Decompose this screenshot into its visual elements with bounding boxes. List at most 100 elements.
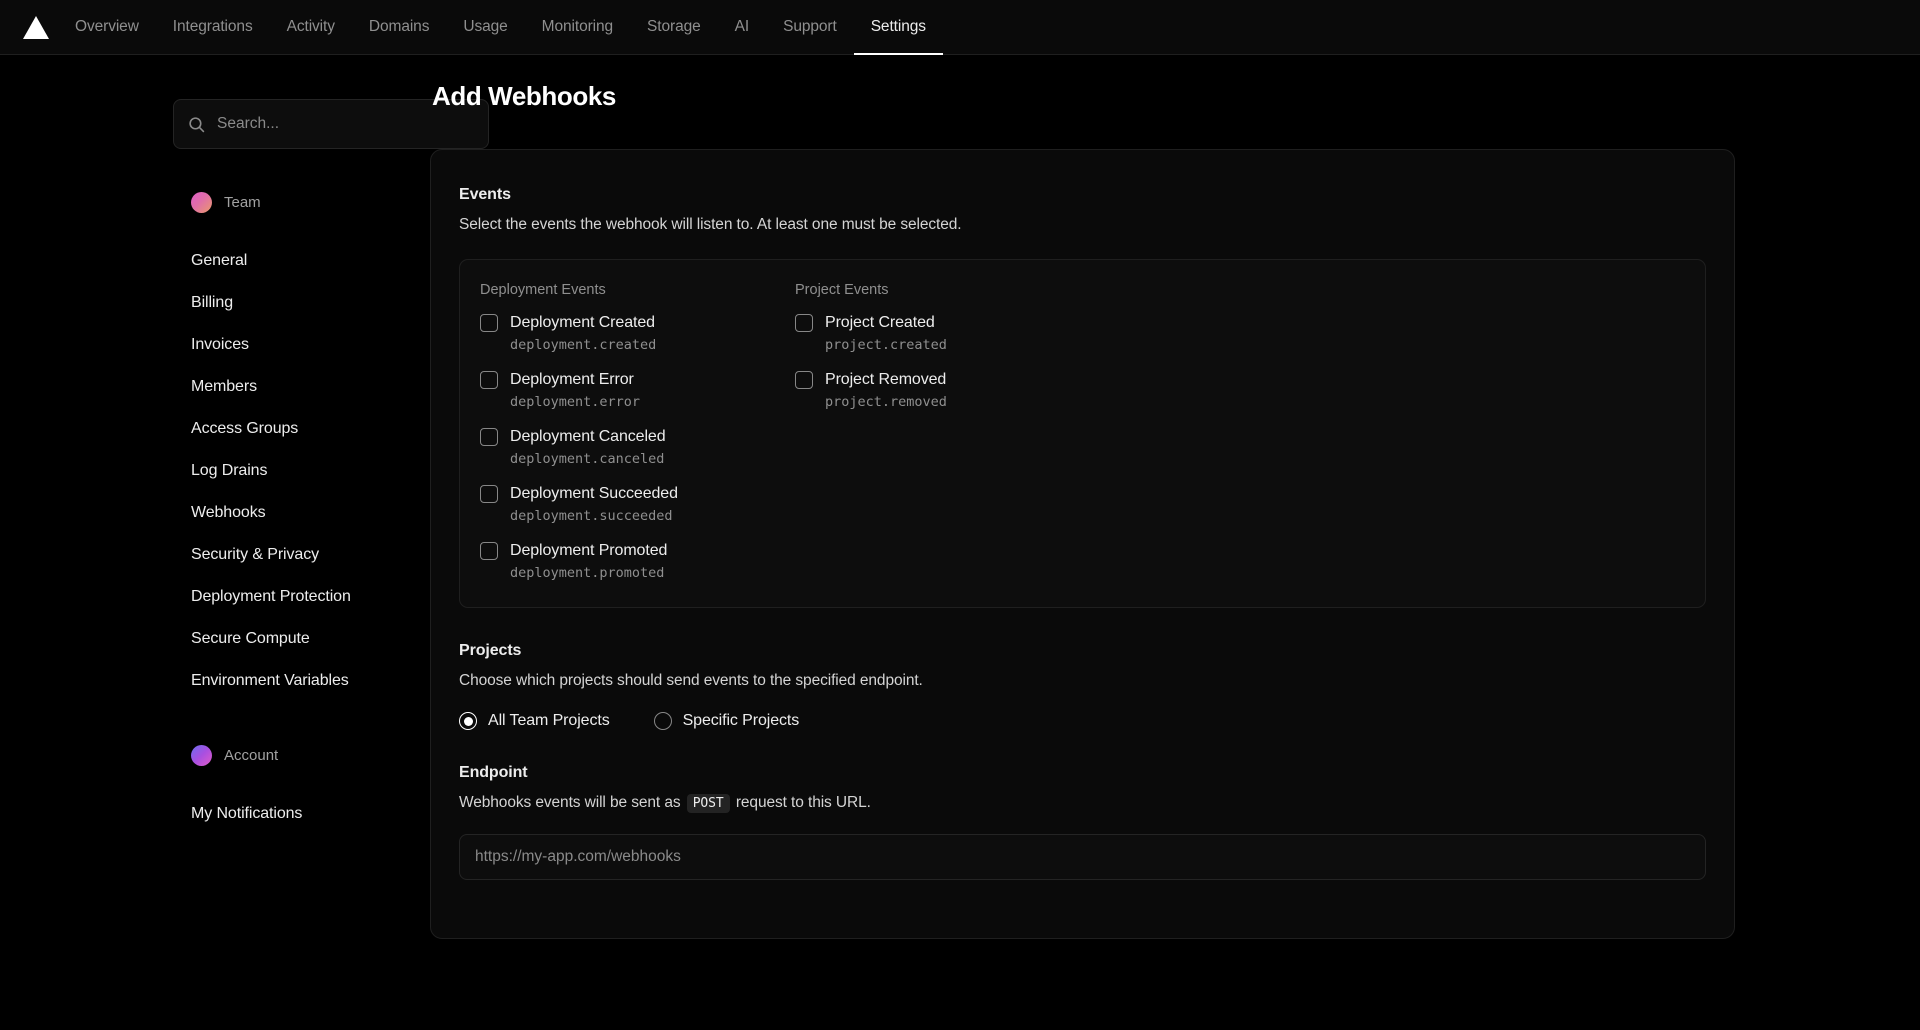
sidebar-item-access-groups[interactable]: Access Groups xyxy=(173,408,430,450)
search-icon xyxy=(188,116,205,133)
sidebar-group-team: Team GeneralBillingInvoicesMembersAccess… xyxy=(173,192,430,702)
event-row: Project Created project.created xyxy=(795,314,947,353)
webhook-form-card: Events Select the events the webhook wil… xyxy=(430,149,1735,939)
projects-description: Choose which projects should send events… xyxy=(459,672,1706,690)
page-title: Add Webhooks xyxy=(432,81,1735,112)
endpoint-description: Webhooks events will be sent as POST req… xyxy=(459,794,1706,812)
page-body: Team GeneralBillingInvoicesMembersAccess… xyxy=(0,55,1920,939)
projects-section: Projects Choose which projects should se… xyxy=(459,642,1706,730)
endpoint-description-suffix: request to this URL. xyxy=(736,794,871,811)
events-panel: Deployment Events Deployment Created depl… xyxy=(459,259,1706,608)
radio-label: All Team Projects xyxy=(488,712,610,730)
top-nav-items: OverviewIntegrationsActivityDomainsUsage… xyxy=(58,0,943,54)
event-code: project.removed xyxy=(825,394,947,410)
event-row: Deployment Succeeded deployment.succeeded xyxy=(480,485,775,524)
projects-radio-group: All Team Projects Specific Projects xyxy=(459,712,1706,730)
team-avatar xyxy=(191,192,212,213)
sidebar-item-members[interactable]: Members xyxy=(173,366,430,408)
radio-button[interactable] xyxy=(654,712,672,730)
nav-item-settings[interactable]: Settings xyxy=(854,0,943,54)
top-navigation-bar: OverviewIntegrationsActivityDomainsUsage… xyxy=(0,0,1920,55)
checkbox-deployment-succeeded[interactable] xyxy=(480,485,498,503)
endpoint-section: Endpoint Webhooks events will be sent as… xyxy=(459,764,1706,880)
project-events-list: Project Created project.created Project Re… xyxy=(795,314,947,410)
nav-item-overview[interactable]: Overview xyxy=(58,0,156,54)
event-code: deployment.promoted xyxy=(510,565,775,581)
sidebar-item-log-drains[interactable]: Log Drains xyxy=(173,450,430,492)
event-row: Deployment Created deployment.created xyxy=(480,314,775,353)
radio-option-specific-projects[interactable]: Specific Projects xyxy=(654,712,800,730)
deployment-events-column: Deployment Events Deployment Created depl… xyxy=(460,282,775,581)
event-label: Project Removed xyxy=(825,371,946,389)
nav-item-ai[interactable]: AI xyxy=(718,0,766,54)
sidebar-account-header: Account xyxy=(173,745,430,766)
sidebar-item-invoices[interactable]: Invoices xyxy=(173,324,430,366)
event-row: Deployment Error deployment.error xyxy=(480,371,775,410)
event-label: Deployment Canceled xyxy=(510,428,666,446)
sidebar-item-security-privacy[interactable]: Security & Privacy xyxy=(173,534,430,576)
endpoint-description-prefix: Webhooks events will be sent as xyxy=(459,794,680,811)
event-code: project.created xyxy=(825,337,947,353)
event-code: deployment.error xyxy=(510,394,775,410)
event-row: Project Removed project.removed xyxy=(795,371,947,410)
main-content: Add Webhooks Events Select the events th… xyxy=(430,81,1920,939)
event-code: deployment.canceled xyxy=(510,451,775,467)
radio-button[interactable] xyxy=(459,712,477,730)
nav-item-monitoring[interactable]: Monitoring xyxy=(525,0,630,54)
event-checkbox-row[interactable]: Deployment Created xyxy=(480,314,775,332)
event-checkbox-row[interactable]: Deployment Promoted xyxy=(480,542,775,560)
sidebar-item-my-notifications[interactable]: My Notifications xyxy=(173,793,430,835)
event-checkbox-row[interactable]: Project Removed xyxy=(795,371,947,389)
sidebar-group-label-account: Account xyxy=(224,747,278,764)
http-method-badge: POST xyxy=(687,794,730,813)
event-label: Deployment Error xyxy=(510,371,634,389)
event-checkbox-row[interactable]: Deployment Error xyxy=(480,371,775,389)
projects-title: Projects xyxy=(459,642,1706,660)
event-checkbox-row[interactable]: Deployment Succeeded xyxy=(480,485,775,503)
checkbox-deployment-promoted[interactable] xyxy=(480,542,498,560)
event-checkbox-row[interactable]: Deployment Canceled xyxy=(480,428,775,446)
sidebar-team-header: Team xyxy=(173,192,430,213)
deployment-events-list: Deployment Createddeployment.createdDepl… xyxy=(480,314,775,581)
events-section: Events Select the events the webhook wil… xyxy=(459,186,1706,608)
nav-item-storage[interactable]: Storage xyxy=(630,0,718,54)
checkbox-deployment-error[interactable] xyxy=(480,371,498,389)
checkbox-project-removed[interactable] xyxy=(795,371,813,389)
event-checkbox-row[interactable]: Project Created xyxy=(795,314,947,332)
radio-option-all-team-projects[interactable]: All Team Projects xyxy=(459,712,610,730)
checkbox-deployment-created[interactable] xyxy=(480,314,498,332)
sidebar-item-secure-compute[interactable]: Secure Compute xyxy=(173,618,430,660)
settings-sidebar: Team GeneralBillingInvoicesMembersAccess… xyxy=(0,81,430,939)
nav-item-integrations[interactable]: Integrations xyxy=(156,0,270,54)
project-events-column: Project Events Project Created project.cr… xyxy=(775,282,947,581)
event-row: Deployment Promoted deployment.promoted xyxy=(480,542,775,581)
nav-item-activity[interactable]: Activity xyxy=(270,0,352,54)
sidebar-group-label-team: Team xyxy=(224,194,261,211)
nav-item-domains[interactable]: Domains xyxy=(352,0,446,54)
sidebar-item-environment-variables[interactable]: Environment Variables xyxy=(173,660,430,702)
event-row: Deployment Canceled deployment.canceled xyxy=(480,428,775,467)
checkbox-deployment-canceled[interactable] xyxy=(480,428,498,446)
radio-label: Specific Projects xyxy=(683,712,800,730)
event-label: Project Created xyxy=(825,314,935,332)
sidebar-item-billing[interactable]: Billing xyxy=(173,282,430,324)
sidebar-item-general[interactable]: General xyxy=(173,240,430,282)
vercel-triangle-logo[interactable] xyxy=(14,0,58,54)
checkbox-project-created[interactable] xyxy=(795,314,813,332)
sidebar-item-deployment-protection[interactable]: Deployment Protection xyxy=(173,576,430,618)
event-label: Deployment Succeeded xyxy=(510,485,678,503)
event-code: deployment.succeeded xyxy=(510,508,775,524)
sidebar-account-items: My Notifications xyxy=(173,793,430,835)
sidebar-item-webhooks[interactable]: Webhooks xyxy=(173,492,430,534)
triangle-icon xyxy=(23,16,49,39)
project-events-heading: Project Events xyxy=(795,282,947,298)
nav-item-support[interactable]: Support xyxy=(766,0,854,54)
endpoint-url-input[interactable] xyxy=(459,834,1706,880)
endpoint-title: Endpoint xyxy=(459,764,1706,782)
nav-item-usage[interactable]: Usage xyxy=(446,0,524,54)
deployment-events-heading: Deployment Events xyxy=(480,282,775,298)
event-label: Deployment Created xyxy=(510,314,655,332)
event-code: deployment.created xyxy=(510,337,775,353)
events-description: Select the events the webhook will liste… xyxy=(459,216,1706,234)
sidebar-group-account: Account My Notifications xyxy=(173,745,430,835)
